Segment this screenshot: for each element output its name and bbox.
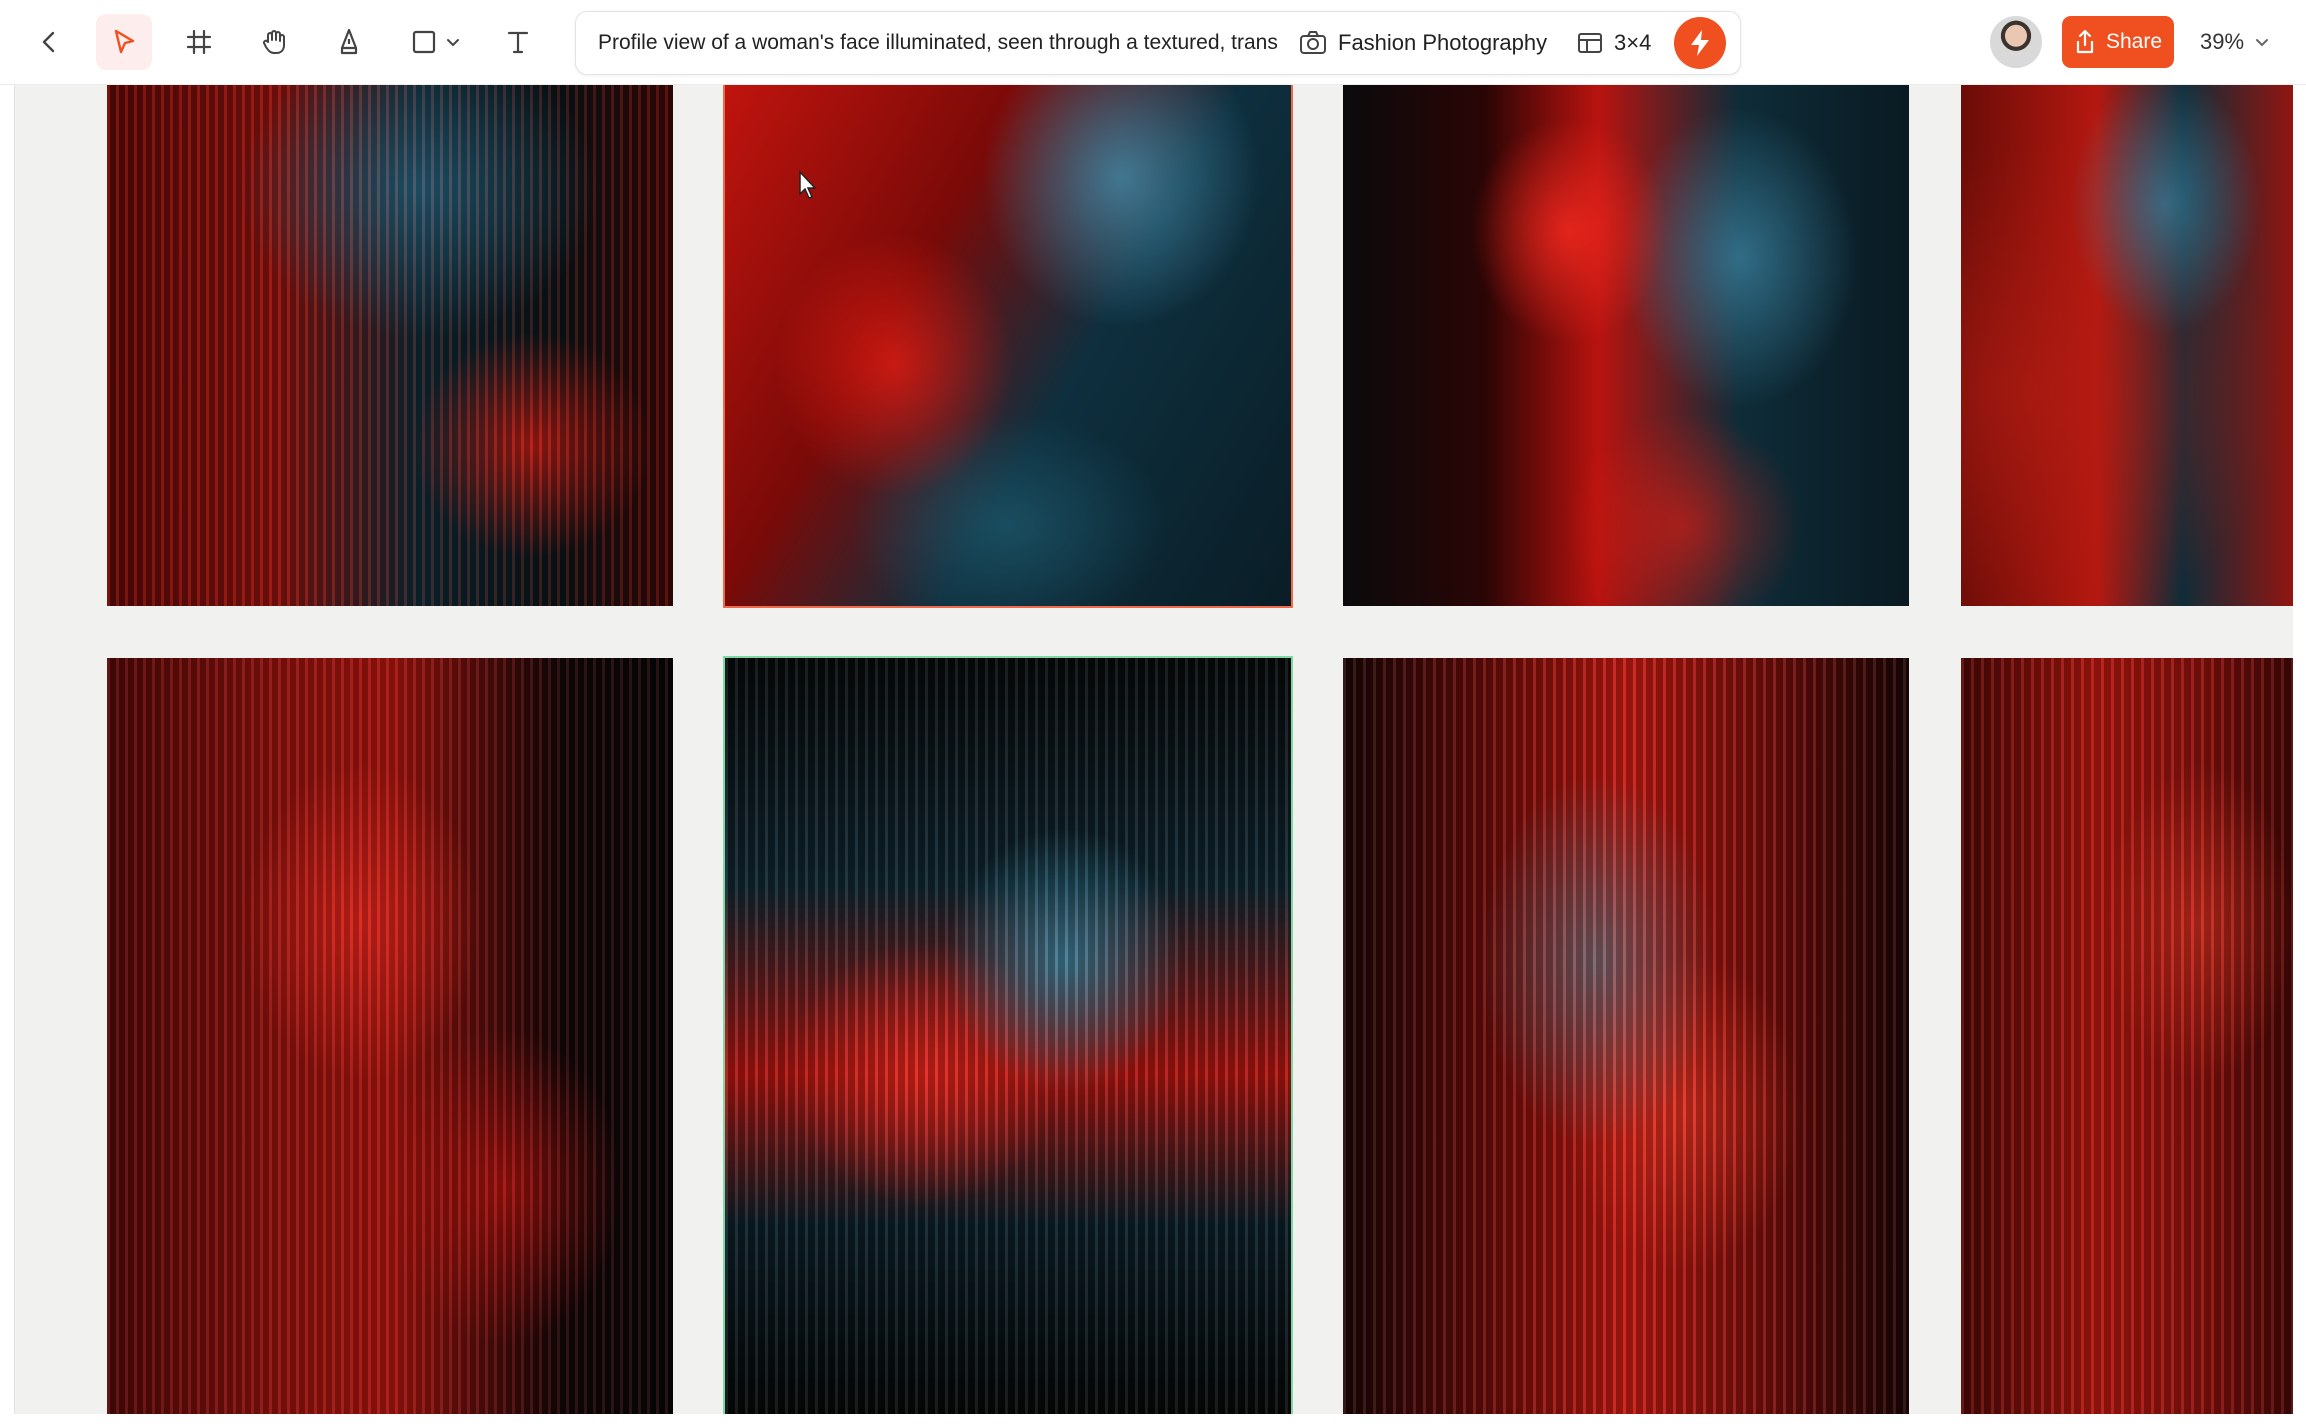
grid-size-label: 3×4	[1614, 30, 1652, 55]
pointer-arrow-icon	[114, 29, 135, 54]
grid-size-selector[interactable]: 3×4	[1576, 25, 1651, 61]
chevron-down-icon	[2256, 39, 2269, 47]
gallery-image[interactable]	[1961, 70, 2293, 606]
hash-frame-icon	[186, 29, 212, 55]
text-tool-icon	[507, 31, 529, 54]
gallery-image-selected[interactable]	[723, 656, 1293, 1414]
user-avatar[interactable]	[1990, 16, 2042, 68]
shape-tool-button[interactable]	[400, 14, 470, 70]
back-button[interactable]	[22, 14, 78, 70]
top-toolbar: Profile view of a woman's face illuminat…	[0, 0, 2306, 85]
gallery-image[interactable]	[1961, 658, 2293, 1414]
gallery-image[interactable]	[107, 70, 673, 606]
gallery-image-selected[interactable]	[723, 68, 1293, 608]
hand-icon	[263, 30, 285, 54]
mouse-cursor-icon	[799, 170, 817, 199]
camera-icon	[1300, 31, 1326, 54]
prompt-input[interactable]: Profile view of a woman's face illuminat…	[598, 30, 1286, 56]
select-tool-button[interactable]	[96, 14, 152, 70]
square-icon	[412, 30, 436, 54]
style-selector[interactable]: Fashion Photography	[1298, 25, 1547, 61]
hand-tool-button[interactable]	[246, 14, 302, 70]
pen-nib-icon	[340, 28, 358, 55]
zoom-selector[interactable]: 39%	[2200, 26, 2270, 58]
frame-tool-button[interactable]	[171, 14, 227, 70]
lightning-icon	[1691, 30, 1709, 56]
share-button[interactable]: Share	[2062, 16, 2174, 68]
text-tool-button[interactable]	[490, 14, 546, 70]
gallery-image[interactable]	[107, 658, 673, 1414]
style-label: Fashion Photography	[1338, 30, 1548, 55]
canvas[interactable]	[14, 0, 2293, 1414]
zoom-label: 39%	[2200, 29, 2245, 54]
chevron-down-icon	[447, 39, 459, 47]
gallery-image[interactable]	[1343, 658, 1909, 1414]
prompt-bar[interactable]: Profile view of a woman's face illuminat…	[575, 11, 1741, 75]
share-label: Share	[2105, 30, 2163, 53]
pen-tool-button[interactable]	[321, 14, 377, 70]
grid-layout-icon	[1578, 33, 1602, 53]
share-icon	[2076, 29, 2094, 54]
generate-button[interactable]	[1674, 17, 1726, 69]
gallery-image[interactable]	[1343, 70, 1909, 606]
chevron-left-icon	[42, 31, 55, 53]
